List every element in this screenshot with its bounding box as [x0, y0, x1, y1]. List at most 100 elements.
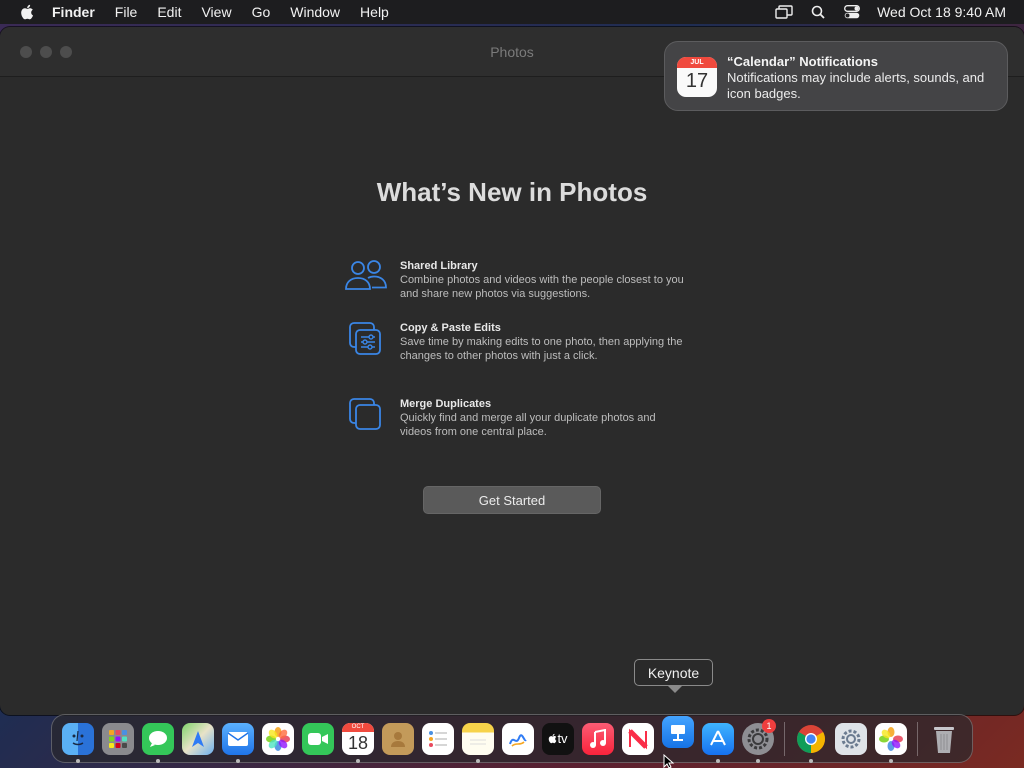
dock-system-settings[interactable]: 1 — [738, 717, 778, 763]
freeform-icon — [502, 722, 534, 755]
dock-mail[interactable] — [218, 717, 258, 763]
apple-menu-icon[interactable] — [10, 0, 44, 24]
dock-app-store[interactable] — [698, 717, 738, 763]
menu-help[interactable]: Help — [350, 0, 399, 24]
tooltip-arrow — [668, 686, 682, 693]
screen-mirroring-icon[interactable] — [767, 0, 801, 24]
dock-finder[interactable] — [58, 717, 98, 763]
get-started-button[interactable]: Get Started — [423, 486, 601, 514]
running-indicator — [156, 758, 160, 763]
dock-contacts[interactable] — [378, 717, 418, 761]
running-indicator — [809, 758, 813, 763]
dock-facetime[interactable] — [298, 717, 338, 761]
app-store-icon — [702, 722, 734, 755]
running-indicator — [236, 758, 240, 763]
notes-icon — [462, 722, 494, 755]
dock-freeform[interactable] — [498, 717, 538, 761]
dock-messages[interactable] — [138, 717, 178, 763]
feature-description: Combine photos and videos with the peopl… — [400, 274, 684, 300]
messages-icon — [142, 722, 174, 755]
calendar-app-icon: JUL 17 — [677, 57, 717, 97]
dock-chrome[interactable] — [791, 717, 831, 763]
feature-title: Copy & Paste Edits — [400, 322, 501, 334]
menu-bar: Finder File Edit View Go Window Help Wed… — [0, 0, 1024, 24]
minimize-button[interactable] — [40, 45, 52, 58]
feature-shared-library: Shared Library Combine photos and videos… — [344, 259, 684, 301]
dock-photos[interactable] — [258, 717, 298, 761]
menu-go[interactable]: Go — [242, 0, 281, 24]
menu-file[interactable]: File — [105, 0, 148, 24]
running-indicator — [356, 758, 360, 763]
reminders-icon — [422, 722, 454, 755]
dock-divider — [784, 721, 785, 756]
facetime-icon — [302, 722, 334, 755]
news-icon — [622, 722, 654, 755]
notification-body: Notifications may include alerts, sounds… — [727, 70, 985, 101]
dock-trash[interactable] — [924, 717, 964, 761]
menu-view[interactable]: View — [191, 0, 241, 24]
notification-badge: 1 — [762, 718, 776, 733]
gear-icon — [835, 722, 867, 755]
running-indicator — [476, 758, 480, 763]
dock-launchpad[interactable] — [98, 717, 138, 761]
calendar-notification[interactable]: JUL 17 “Calendar” Notifications Notifica… — [664, 41, 1008, 111]
dock-divider — [917, 721, 918, 756]
dock-calendar[interactable]: OCT 18 — [338, 717, 378, 763]
running-indicator — [889, 758, 893, 763]
contacts-icon — [382, 722, 414, 755]
dock-reminders[interactable] — [418, 717, 458, 761]
finder-icon — [62, 722, 94, 755]
chrome-icon — [795, 723, 827, 755]
running-indicator — [756, 758, 760, 763]
photos-icon — [875, 722, 907, 755]
calendar-day: 17 — [685, 70, 709, 92]
feature-description: Quickly find and merge all your duplicat… — [400, 412, 656, 438]
feature-description: Save time by making edits to one photo, … — [400, 336, 683, 362]
whats-new-panel: What’s New in Photos Shared Library Comb… — [0, 77, 1024, 714]
page-title: What’s New in Photos — [376, 177, 648, 207]
dock-calendar-day: 18 — [347, 732, 369, 753]
menu-edit[interactable]: Edit — [147, 0, 191, 24]
menu-app-finder[interactable]: Finder — [44, 0, 105, 24]
maps-icon — [182, 722, 214, 755]
close-button[interactable] — [20, 45, 32, 58]
copy-edits-icon — [344, 321, 400, 363]
tv-label: tv — [557, 731, 568, 746]
running-indicator — [76, 758, 80, 763]
spotlight-search-icon[interactable] — [801, 0, 835, 24]
launchpad-icon — [102, 722, 134, 755]
menubar-clock[interactable]: Wed Oct 18 9:40 AM — [877, 4, 1006, 20]
control-center-icon[interactable] — [835, 0, 869, 24]
notification-title: “Calendar” Notifications — [727, 54, 878, 69]
zoom-button[interactable] — [60, 45, 72, 58]
dock-notes[interactable] — [458, 717, 498, 763]
people-icon — [344, 259, 400, 301]
mail-icon — [222, 722, 254, 755]
dock-preview-settings[interactable] — [831, 717, 871, 761]
duplicates-icon — [344, 397, 400, 439]
trash-icon — [928, 723, 960, 755]
feature-copy-paste-edits: Copy & Paste Edits Save time by making e… — [344, 321, 684, 363]
dock-tooltip: Keynote — [634, 659, 713, 686]
music-icon — [582, 722, 614, 755]
calendar-icon: OCT 18 — [342, 722, 374, 755]
menu-window[interactable]: Window — [280, 0, 350, 24]
calendar-month: JUL — [677, 57, 717, 68]
mouse-cursor-icon — [663, 753, 675, 768]
keynote-icon — [662, 715, 694, 748]
dock-music[interactable] — [578, 717, 618, 761]
feature-title: Shared Library — [400, 260, 478, 272]
photos-icon — [262, 722, 294, 755]
window-controls — [20, 45, 72, 58]
dock-calendar-month: OCT — [342, 722, 374, 732]
dock-maps[interactable] — [178, 717, 218, 761]
feature-title: Merge Duplicates — [400, 398, 492, 410]
dock-apple-tv[interactable]: tv — [538, 717, 578, 761]
dock-photos-recent[interactable] — [871, 717, 911, 763]
dock-news[interactable] — [618, 717, 658, 761]
running-indicator — [716, 758, 720, 763]
photos-window: Photos What’s New in Photos Shared Libra… — [0, 27, 1024, 715]
dock: OCT 18 tv 1 — [51, 714, 973, 763]
feature-merge-duplicates: Merge Duplicates Quickly find and merge … — [344, 397, 684, 439]
apple-tv-icon: tv — [542, 722, 574, 755]
